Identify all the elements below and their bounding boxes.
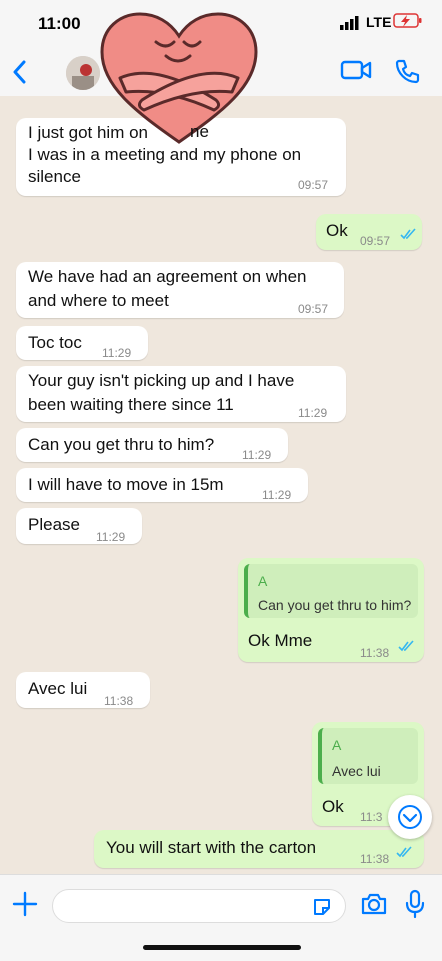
message-incoming[interactable]: I will have to move in 15m 11:29 bbox=[16, 468, 308, 502]
message-text: and where to meet bbox=[28, 291, 169, 310]
quoted-author: A bbox=[332, 737, 342, 753]
read-ticks-icon bbox=[398, 640, 414, 652]
message-text: I was in a meeting and my phone on bbox=[28, 145, 302, 164]
camera-icon[interactable] bbox=[360, 891, 388, 917]
scroll-down-icon bbox=[398, 805, 422, 829]
message-incoming[interactable]: Avec lui 11:38 bbox=[16, 672, 150, 708]
message-time: 11:38 bbox=[360, 852, 390, 866]
home-indicator bbox=[143, 945, 301, 950]
message-time: 11:38 bbox=[104, 694, 134, 708]
microphone-icon[interactable] bbox=[404, 889, 426, 919]
message-composer bbox=[0, 874, 442, 961]
message-text: Ok bbox=[322, 797, 344, 816]
message-outgoing[interactable]: You will start with the carton 11:38 bbox=[94, 830, 424, 868]
message-time: 09:57 bbox=[298, 178, 329, 192]
battery-charging-icon bbox=[393, 13, 422, 28]
quoted-message[interactable]: A Can you get thru to him? bbox=[244, 564, 418, 618]
message-text: You will start with the carton bbox=[106, 838, 317, 857]
quoted-text: Can you get thru to him? bbox=[258, 597, 412, 613]
message-text: Ok bbox=[326, 221, 348, 240]
plus-icon[interactable] bbox=[12, 891, 38, 917]
contact-avatar[interactable] bbox=[66, 56, 100, 90]
sticker-icon[interactable] bbox=[311, 896, 333, 918]
quoted-text: Avec lui bbox=[332, 763, 381, 779]
video-call-icon[interactable] bbox=[340, 58, 372, 82]
message-time: 11:29 bbox=[298, 406, 328, 420]
scroll-down-button[interactable] bbox=[388, 795, 432, 839]
read-ticks-icon bbox=[396, 846, 412, 858]
message-incoming[interactable]: Your guy isn't picking up and I have bee… bbox=[16, 366, 346, 422]
quoted-author: A bbox=[258, 573, 268, 589]
message-incoming[interactable]: Toc toc 11:29 bbox=[16, 326, 148, 360]
message-outgoing[interactable]: Ok 09:57 bbox=[316, 214, 422, 250]
message-time: 11:29 bbox=[102, 346, 132, 360]
message-time: 11:29 bbox=[242, 448, 272, 462]
message-incoming[interactable]: Please 11:29 bbox=[16, 508, 142, 544]
heart-hug-sticker bbox=[100, 12, 258, 144]
status-time: 11:00 bbox=[38, 14, 81, 33]
message-time: 11:29 bbox=[262, 488, 292, 502]
message-text: We have had an agreement on when bbox=[28, 267, 307, 286]
message-text: Avec lui bbox=[28, 679, 88, 698]
message-incoming[interactable]: Can you get thru to him? 11:29 bbox=[16, 428, 288, 462]
message-text: Can you get thru to him? bbox=[28, 435, 215, 454]
message-text: Your guy isn't picking up and I have bbox=[28, 371, 295, 390]
signal-icon bbox=[340, 16, 359, 30]
phone-icon[interactable] bbox=[394, 58, 420, 84]
message-input[interactable] bbox=[52, 889, 346, 923]
message-text: I will have to move in 15m bbox=[28, 475, 224, 494]
network-label: LTE bbox=[366, 14, 392, 30]
message-text: Ok Mme bbox=[248, 631, 313, 650]
message-text: silence bbox=[28, 167, 81, 186]
message-text: been waiting there since 11 bbox=[28, 395, 234, 414]
read-ticks-icon bbox=[400, 228, 416, 240]
back-chevron-icon[interactable] bbox=[12, 60, 28, 84]
message-time: 11:38 bbox=[360, 646, 390, 660]
message-incoming[interactable]: We have had an agreement on when and whe… bbox=[16, 262, 344, 318]
message-list[interactable]: I just got him on I was in a meeting and… bbox=[0, 96, 442, 874]
message-text: Toc toc bbox=[28, 333, 82, 352]
message-text-fragment: ne bbox=[190, 122, 209, 141]
message-time: 11:3 bbox=[360, 810, 383, 824]
message-time: 09:57 bbox=[360, 234, 391, 248]
message-time: 09:57 bbox=[298, 302, 329, 316]
message-time: 11:29 bbox=[96, 530, 126, 544]
quoted-message[interactable]: A Avec lui bbox=[318, 728, 418, 784]
message-outgoing-reply[interactable]: A Can you get thru to him? Ok Mme 11:38 bbox=[238, 558, 424, 662]
message-text: Please bbox=[28, 515, 80, 534]
